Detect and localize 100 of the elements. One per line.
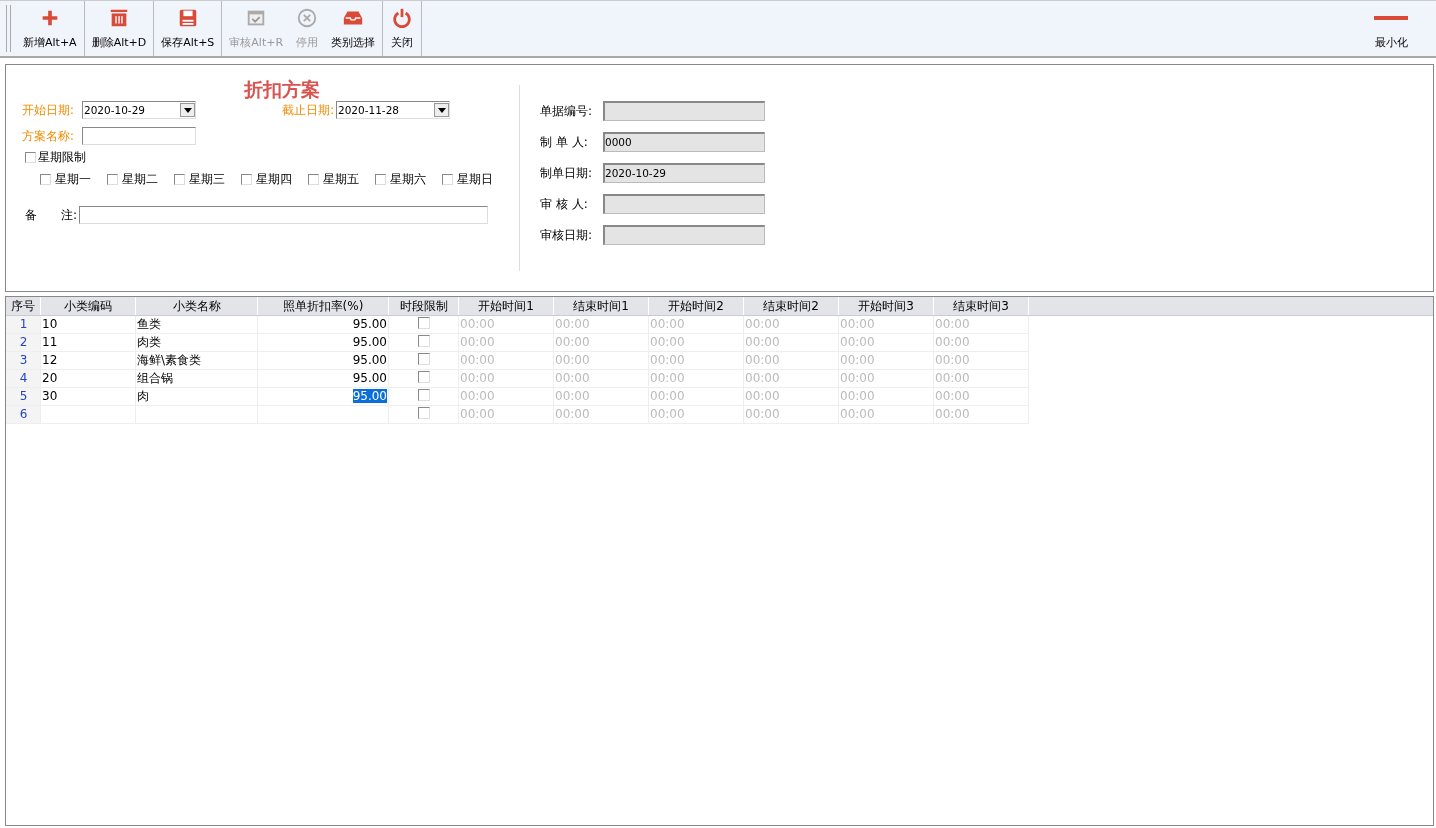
table-cell: 95.00 [352,389,387,403]
table-cell: 00:00 [459,334,554,352]
checkbox-label: 星期限制 [38,149,86,166]
checkbox[interactable] [418,370,430,383]
column-header[interactable]: 照单折扣率(%) [258,297,389,315]
table-cell: 00:00 [839,406,934,424]
table-cell: 00:00 [459,406,554,424]
date-field[interactable]: 2020-10-29 [82,101,196,119]
column-header[interactable]: 小类名称 [136,297,258,315]
toolbar-button[interactable]: 类别选择 [325,1,382,56]
column-header[interactable]: 序号 [6,297,41,315]
checkbox[interactable] [40,174,51,185]
table-cell: 00:00 [934,406,1029,424]
checkbox[interactable] [418,406,430,419]
checkbox[interactable] [418,316,430,329]
date-field[interactable]: 2020-11-28 [336,101,450,119]
toolbar-button[interactable]: 删除Alt+D [85,1,153,56]
column-header[interactable]: 开始时间2 [649,297,744,315]
table-cell: 00:00 [744,334,839,352]
table-cell: 00:00 [744,388,839,406]
toolbar-button[interactable]: 新增Alt+A [17,1,83,56]
field-label: 审 核 人: [540,195,589,213]
checkbox[interactable] [308,174,319,185]
field-label: 方案名称: [22,128,75,144]
toolbar-button[interactable]: 保存Alt+S [155,1,221,56]
checkbox[interactable] [25,152,36,163]
table-cell: 肉类 [136,334,258,352]
checkbox-label: 星期日 [457,171,493,188]
table-cell: 00:00 [649,316,744,334]
checkbox-label: 星期五 [323,171,359,188]
column-header[interactable]: 小类编码 [41,297,136,315]
table-cell: 鱼类 [136,316,258,334]
field-label: 审核日期: [540,226,594,244]
table-cell: 10 [41,316,136,334]
table-cell: 95.00 [352,353,387,367]
checkbox-label: 星期一 [55,171,91,188]
table-cell: 95.00 [352,317,387,331]
table-cell: 00:00 [554,406,649,424]
table-cell: 00:00 [649,352,744,370]
row-number: 2 [6,334,41,352]
table-cell: 00:00 [649,334,744,352]
checkbox-label: 星期四 [256,171,292,188]
column-header[interactable]: 时段限制 [389,297,459,315]
field-label: 单据编号: [540,102,594,120]
table-cell: 95.00 [352,335,387,349]
checkbox-label: 星期六 [390,171,426,188]
table-cell: 00:00 [839,370,934,388]
table-cell: 00:00 [839,316,934,334]
table-cell: 组合锅 [136,370,258,388]
row-number: 4 [6,370,41,388]
readonly-field[interactable] [603,101,765,121]
checkbox[interactable] [418,334,430,347]
checkbox[interactable] [418,388,430,401]
table-cell: 00:00 [459,370,554,388]
table-cell: 00:00 [934,352,1029,370]
readonly-field[interactable] [603,194,765,214]
checkbox[interactable] [174,174,185,185]
table-cell: 11 [41,334,136,352]
checkbox[interactable] [442,174,453,185]
table-cell: 00:00 [649,388,744,406]
table-cell: 00:00 [649,406,744,424]
field-label: 制单日期: [540,164,594,182]
table-cell: 海鲜\素食类 [136,352,258,370]
checkbox[interactable] [107,174,118,185]
field-label: 制 单 人: [540,133,589,151]
field-label: 截止日期: [281,102,334,118]
table-cell: 00:00 [459,352,554,370]
table-cell: 00:00 [554,316,649,334]
table-cell: 00:00 [934,334,1029,352]
table-cell: 00:00 [934,316,1029,334]
checkbox[interactable] [418,352,430,365]
table-cell: 00:00 [554,388,649,406]
remark-input-field[interactable] [79,206,489,224]
table-cell: 00:00 [839,352,934,370]
table-cell: 12 [41,352,136,370]
table-cell: 00:00 [649,370,744,388]
field-label: 注: [61,206,78,224]
minimize-button[interactable]: 最小化 [1368,1,1414,56]
checkbox[interactable] [375,174,386,185]
readonly-field[interactable] [603,225,765,245]
table-cell: 00:00 [839,388,934,406]
field-label: 备 [25,206,37,224]
row-number: 5 [6,388,41,406]
column-header[interactable]: 结束时间1 [554,297,649,315]
readonly-field[interactable]: 0000 [603,132,765,152]
table-cell: 00:00 [934,388,1029,406]
column-header[interactable]: 开始时间3 [839,297,934,315]
table-cell: 00:00 [554,334,649,352]
checkbox-label: 星期三 [189,171,225,188]
column-header[interactable]: 结束时间2 [744,297,839,315]
readonly-field[interactable]: 2020-10-29 [603,163,765,183]
name-input-field[interactable] [82,127,196,145]
checkbox[interactable] [241,174,252,185]
table-cell: 30 [41,388,136,406]
column-header[interactable]: 结束时间3 [934,297,1029,315]
checkbox-label: 星期二 [122,171,158,188]
toolbar-button[interactable]: 关闭 [384,1,421,56]
column-header[interactable]: 开始时间1 [459,297,554,315]
row-number: 1 [6,316,41,334]
row-number: 3 [6,352,41,370]
